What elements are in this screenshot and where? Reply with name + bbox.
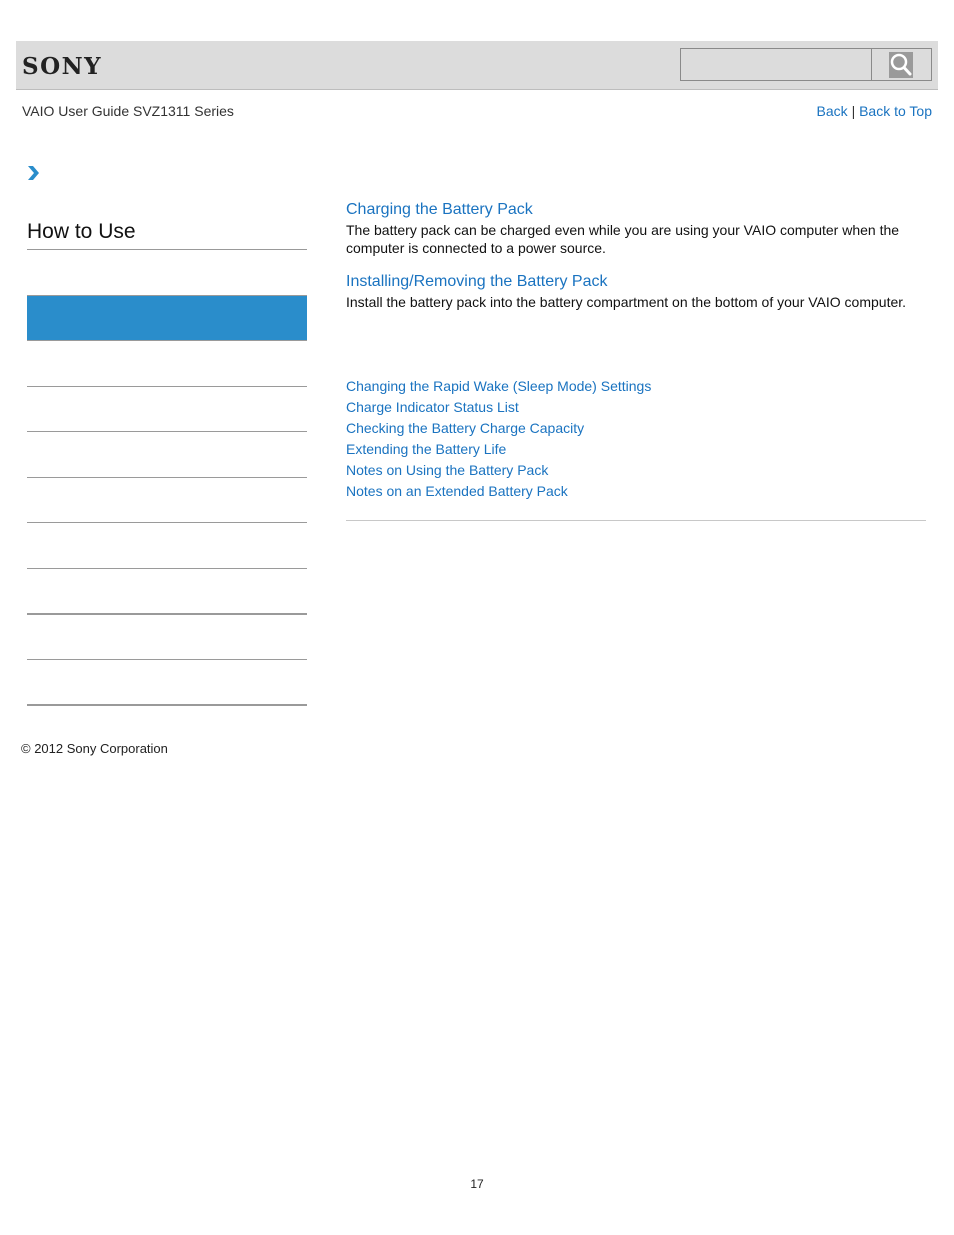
top-navigation: Back | Back to Top xyxy=(817,103,932,119)
section-link-installing[interactable]: Installing/Removing the Battery Pack xyxy=(346,272,926,292)
sidebar-item[interactable] xyxy=(27,568,307,569)
sidebar-item[interactable] xyxy=(27,431,307,432)
related-link[interactable]: Changing the Rapid Wake (Sleep Mode) Set… xyxy=(346,376,651,397)
sidebar-item-active[interactable] xyxy=(27,295,307,341)
header-bar: SONY xyxy=(16,41,938,90)
sidebar-item[interactable] xyxy=(27,522,307,523)
section-description: Install the battery pack into the batter… xyxy=(346,294,907,310)
sidebar-item[interactable] xyxy=(27,704,307,706)
sony-logo[interactable]: SONY xyxy=(22,53,102,80)
search-input[interactable] xyxy=(680,48,872,81)
related-link[interactable]: Checking the Battery Charge Capacity xyxy=(346,418,651,439)
section-charging: Charging the Battery Pack The battery pa… xyxy=(346,200,926,257)
main-content: Charging the Battery Pack The battery pa… xyxy=(346,200,926,311)
section-link-charging[interactable]: Charging the Battery Pack xyxy=(346,200,926,220)
search-button[interactable] xyxy=(871,48,932,81)
sidebar-item[interactable] xyxy=(27,659,307,660)
back-to-top-link[interactable]: Back to Top xyxy=(859,103,932,119)
related-link[interactable]: Charge Indicator Status List xyxy=(346,397,651,418)
sidebar: How to Use xyxy=(27,220,307,250)
nav-separator: | xyxy=(851,103,856,119)
related-link[interactable]: Extending the Battery Life xyxy=(346,439,651,460)
guide-title: VAIO User Guide SVZ1311 Series xyxy=(22,103,234,119)
section-installing: Installing/Removing the Battery Pack Ins… xyxy=(346,272,926,311)
sidebar-item[interactable] xyxy=(27,477,307,478)
sidebar-item[interactable] xyxy=(27,386,307,387)
related-links: Changing the Rapid Wake (Sleep Mode) Set… xyxy=(346,376,651,502)
sidebar-item[interactable] xyxy=(27,613,307,615)
related-link[interactable]: Notes on Using the Battery Pack xyxy=(346,460,651,481)
chevron-right-icon[interactable] xyxy=(26,165,40,186)
back-link[interactable]: Back xyxy=(817,103,848,119)
section-description: The battery pack can be charged even whi… xyxy=(346,222,900,256)
content-divider xyxy=(346,520,926,521)
sidebar-title: How to Use xyxy=(27,220,307,250)
related-link[interactable]: Notes on an Extended Battery Pack xyxy=(346,481,651,502)
magnifier-icon xyxy=(889,52,913,78)
page-number: 17 xyxy=(470,1177,484,1191)
copyright: © 2012 Sony Corporation xyxy=(21,741,168,756)
